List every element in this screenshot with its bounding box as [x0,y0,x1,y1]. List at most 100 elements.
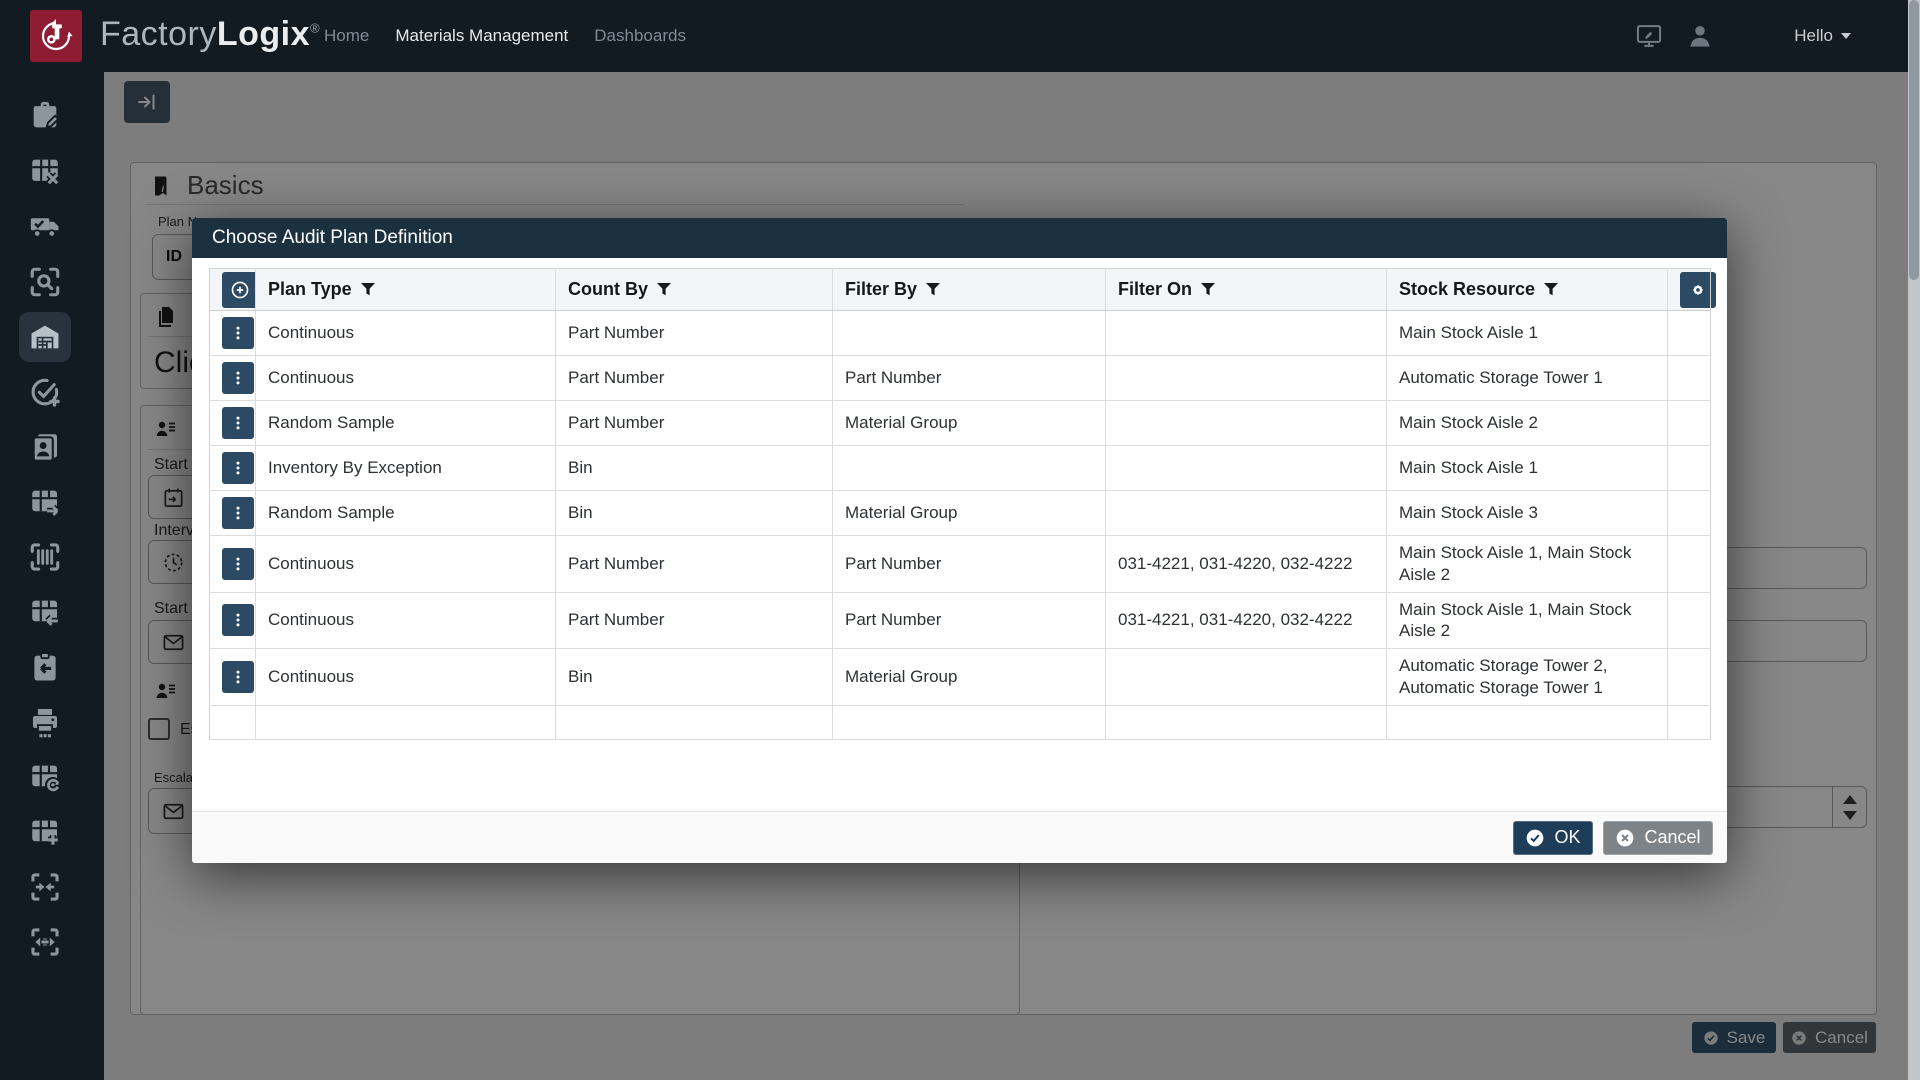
ok-button[interactable]: OK [1513,821,1593,855]
cell-stock-resource: Main Stock Aisle 1 [1387,311,1668,356]
sidebar-item-barcode-scan[interactable] [19,532,71,582]
kebab-menu-icon [229,324,247,342]
cell-plan-type: Continuous [256,649,556,706]
ok-label: OK [1554,827,1580,848]
navbar-icons [1635,0,1715,72]
cell-filter-by: Part Number [833,592,1106,649]
filter-icon [361,283,375,296]
column-header-count-by[interactable]: Count By [556,269,833,311]
cancel-label: Cancel [1644,827,1700,848]
row-menu-button[interactable] [222,317,254,349]
sidebar-item-warehouse[interactable] [19,312,71,362]
sidebar-item-table-add[interactable] [19,807,71,857]
nav-home[interactable]: Home [324,26,369,46]
user-menu[interactable]: Hello [1794,0,1851,72]
sidebar-item-scan-search[interactable] [19,257,71,307]
row-menu-button[interactable] [222,497,254,529]
cell-count-by: Part Number [556,401,833,446]
cell-filter-by: Part Number [833,536,1106,593]
sidebar-item-check-circle-add[interactable] [19,367,71,417]
gear-icon [1688,280,1708,300]
table-row[interactable]: Continuous Part Number Main Stock Aisle … [210,311,1711,356]
kebab-menu-icon [229,504,247,522]
audit-plan-definition-modal: Choose Audit Plan Definition Plan Type C… [192,218,1727,863]
sidebar-item-box-transfer-in[interactable] [19,862,71,912]
sidebar-item-table-delete[interactable] [19,146,71,196]
user-menu-label: Hello [1794,26,1833,46]
table-delete-icon [28,154,62,188]
check-circle-add-icon [28,375,62,409]
filter-icon [1201,283,1215,296]
table-header-row: Plan Type Count By Filter By Filter On S… [210,269,1711,311]
filter-icon [926,283,940,296]
cell-count-by: Bin [556,446,833,491]
sidebar-item-table-export[interactable] [19,477,71,527]
cell-count-by: Part Number [556,311,833,356]
table-row[interactable]: Random Sample Bin Material Group Main St… [210,491,1711,536]
cancel-button[interactable]: Cancel [1603,821,1713,855]
plus-circle-icon [229,279,251,301]
brand-wordmark: FactoryLogix® [100,15,320,54]
sidebar-item-box-transfer-out[interactable] [19,917,71,967]
cell-count-by: Part Number [556,356,833,401]
table-row[interactable]: Continuous Part Number Part Number Autom… [210,356,1711,401]
add-column-header [210,269,256,311]
add-row-button[interactable] [222,272,258,308]
row-menu-button[interactable] [222,548,254,580]
logo-bolt-icon [36,16,76,56]
warehouse-icon [28,320,62,354]
modal-footer: OK Cancel [192,811,1727,863]
table-refresh-icon [28,760,62,794]
table-row[interactable]: Random Sample Part Number Material Group… [210,401,1711,446]
cell-stock-resource: Main Stock Aisle 1, Main Stock Aisle 2 [1387,536,1668,593]
cell-plan-type: Continuous [256,356,556,401]
kebab-menu-icon [229,611,247,629]
column-header-filter-on[interactable]: Filter On [1106,269,1387,311]
scrollbar-thumb[interactable] [1909,0,1919,280]
row-menu-button[interactable] [222,407,254,439]
table-row[interactable]: Continuous Part Number Part Number 031-4… [210,536,1711,593]
cell-filter-by: Material Group [833,401,1106,446]
x-circle-icon [1615,828,1635,848]
cell-plan-type: Continuous [256,311,556,356]
row-menu-button[interactable] [222,661,254,693]
cell-stock-resource: Automatic Storage Tower 1 [1387,356,1668,401]
contact-cards-icon [28,430,62,464]
monitor-edit-icon[interactable] [1635,22,1663,50]
column-header-stock-resource[interactable]: Stock Resource [1387,269,1668,311]
sidebar-item-table-import[interactable] [19,587,71,637]
user-icon[interactable] [1685,21,1715,51]
grid-settings-button[interactable] [1680,272,1716,308]
table-export-icon [28,485,62,519]
clipboard-return-icon [28,650,62,684]
nav-materials-management[interactable]: Materials Management [395,26,568,46]
cell-stock-resource: Main Stock Aisle 1, Main Stock Aisle 2 [1387,592,1668,649]
table-import-icon [28,595,62,629]
sidebar-item-briefcase-edit[interactable] [19,91,71,141]
sidebar-item-printer[interactable] [19,697,71,747]
chevron-down-icon [1841,33,1851,39]
page-scrollbar[interactable] [1908,0,1920,1080]
scan-search-icon [28,265,62,299]
table-row[interactable]: Continuous Bin Material Group Automatic … [210,649,1711,706]
box-transfer-in-icon [28,870,62,904]
top-navbar: FactoryLogix® Home Materials Management … [0,0,1920,72]
row-menu-button[interactable] [222,452,254,484]
sidebar-item-clipboard-return[interactable] [19,642,71,692]
sidebar-item-table-refresh[interactable] [19,752,71,802]
cell-filter-on [1106,401,1387,446]
table-row[interactable]: Inventory By Exception Bin Main Stock Ai… [210,446,1711,491]
table-row[interactable]: Continuous Part Number Part Number 031-4… [210,592,1711,649]
row-menu-button[interactable] [222,604,254,636]
sidebar-item-contact-cards[interactable] [19,422,71,472]
column-header-filter-by[interactable]: Filter By [833,269,1106,311]
row-menu-button[interactable] [222,362,254,394]
filter-icon [657,283,671,296]
cell-plan-type: Random Sample [256,401,556,446]
cell-stock-resource: Main Stock Aisle 2 [1387,401,1668,446]
factorylogix-logo[interactable] [30,10,82,62]
nav-dashboards[interactable]: Dashboards [594,26,686,46]
sidebar-item-truck-check[interactable] [19,201,71,251]
cell-filter-on: 031-4221, 031-4220, 032-4222 [1106,536,1387,593]
column-header-plan-type[interactable]: Plan Type [256,269,556,311]
